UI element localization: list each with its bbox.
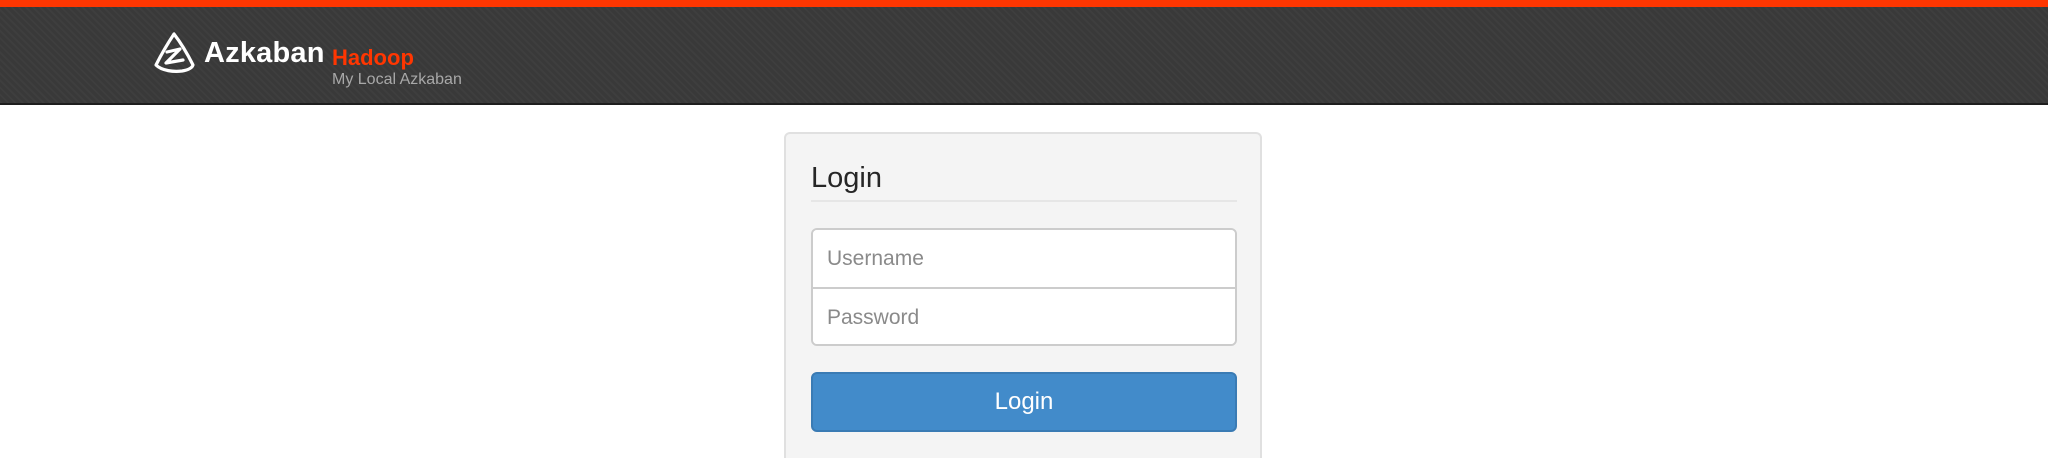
login-title: Login (811, 162, 882, 194)
login-panel: Login Login (784, 132, 1262, 458)
title-divider (811, 200, 1237, 202)
navbar: Azkaban Hadoop My Local Azkaban (0, 7, 2048, 105)
brand-name[interactable]: Azkaban (204, 37, 325, 70)
brand-subtitle: My Local Azkaban (332, 71, 462, 88)
username-input[interactable] (813, 230, 1235, 287)
login-button[interactable]: Login (811, 372, 1237, 432)
environment-label: Hadoop (332, 45, 414, 70)
credentials-group (811, 228, 1237, 346)
password-input[interactable] (813, 289, 1235, 344)
top-accent-bar (0, 0, 2048, 7)
azkaban-logo-icon[interactable] (152, 31, 196, 75)
